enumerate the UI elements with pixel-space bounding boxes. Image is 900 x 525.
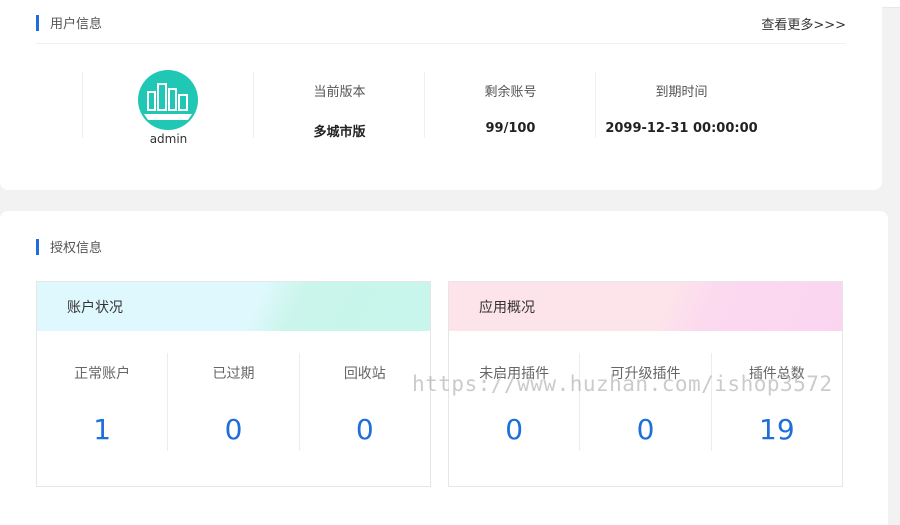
user-info-row: admin 当前版本 多城市版 剩余账号 99/100 到期时间 2099-12… [82,70,766,146]
expiry-value: 2099-12-31 00:00:00 [605,121,758,136]
stat-recycle-bin[interactable]: 回收站 0 [298,353,430,451]
stat-label: 插件总数 [748,366,805,382]
user-info-header: 用户信息 [36,13,102,32]
header-divider [36,43,846,44]
stat-normal-accounts[interactable]: 正常账户 1 [37,353,167,451]
section-accent-bar [36,14,39,31]
stat-label: 回收站 [343,366,386,382]
version-value: 多城市版 [313,125,366,140]
remaining-accounts-label: 剩余账号 [484,85,537,100]
app-stats: 未启用插件 0 可升级插件 0 插件总数 19 [449,331,842,451]
stat-value: 1 [93,413,112,446]
auth-info-header: 授权信息 [36,237,102,256]
account-status-panel: 账户状况 正常账户 1 已过期 0 回收站 0 [36,281,431,487]
stat-value: 0 [505,413,524,446]
stat-label: 已过期 [212,366,255,382]
stat-value: 0 [224,413,243,446]
view-more-link[interactable]: 查看更多>>> [761,14,846,33]
expiry-cell: 到期时间 2099-12-31 00:00:00 [595,72,766,138]
section-accent-bar [36,238,39,255]
user-info-title: 用户信息 [50,17,103,32]
stat-value: 0 [636,413,655,446]
stat-upgradable-plugins[interactable]: 可升级插件 0 [579,353,710,451]
avatar-username: admin [149,132,188,146]
stat-disabled-plugins[interactable]: 未启用插件 0 [449,353,579,451]
stat-label: 未启用插件 [479,366,550,382]
stat-label: 正常账户 [74,366,131,382]
avatar-cell: admin [82,70,253,146]
city-skyline-icon [144,83,192,120]
expiry-label: 到期时间 [655,85,708,100]
remaining-accounts-cell: 剩余账号 99/100 [424,72,595,138]
auth-info-title: 授权信息 [50,241,103,256]
stat-label: 可升级插件 [610,366,681,382]
app-overview-panel: 应用概况 未启用插件 0 可升级插件 0 插件总数 19 [448,281,843,487]
user-info-card: 用户信息 查看更多>>> admin 当前版本 多城市版 剩余账号 99/100… [0,0,882,190]
stat-value: 19 [759,413,795,446]
version-cell: 当前版本 多城市版 [253,72,424,140]
account-status-header: 账户状况 [37,282,430,331]
app-overview-header: 应用概况 [449,282,842,331]
stat-expired-accounts[interactable]: 已过期 0 [167,353,298,451]
remaining-accounts-value: 99/100 [485,121,536,136]
avatar[interactable] [138,70,198,130]
stat-value: 0 [355,413,374,446]
version-label: 当前版本 [313,85,366,100]
stat-total-plugins[interactable]: 插件总数 19 [710,353,842,451]
account-stats: 正常账户 1 已过期 0 回收站 0 [37,331,430,451]
